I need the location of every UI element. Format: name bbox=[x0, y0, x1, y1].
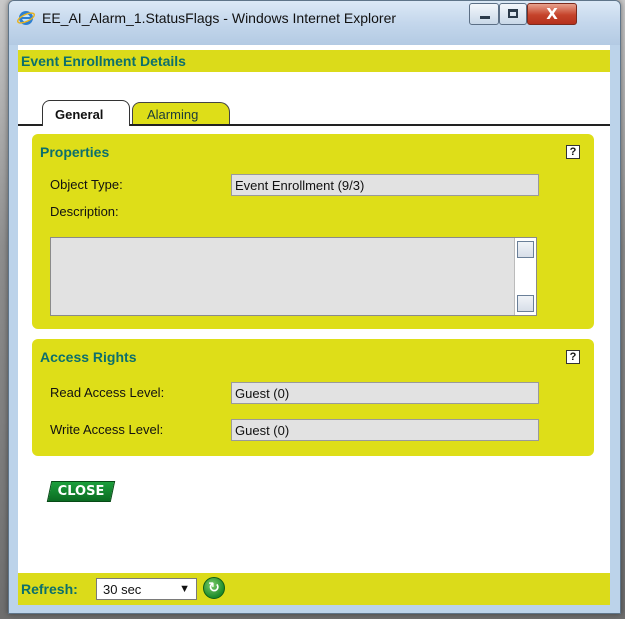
refresh-icon[interactable]: ↻ bbox=[203, 577, 225, 599]
write-access-label: Write Access Level: bbox=[50, 422, 164, 437]
properties-title: Properties bbox=[40, 144, 110, 160]
close-icon: X bbox=[546, 5, 558, 23]
read-access-field: Guest (0) bbox=[231, 382, 539, 404]
ie-icon bbox=[17, 11, 35, 25]
close-button-label: CLOSE bbox=[57, 484, 105, 499]
tab-alarming-label: Alarming bbox=[147, 107, 199, 122]
write-access-field: Guest (0) bbox=[231, 419, 539, 441]
refresh-interval-value: 30 sec bbox=[103, 582, 142, 597]
scroll-down-button[interactable] bbox=[517, 295, 534, 312]
refresh-interval-select[interactable]: 30 sec ▼ bbox=[96, 578, 197, 600]
refresh-label: Refresh: bbox=[21, 581, 78, 597]
properties-help-icon[interactable]: ? bbox=[566, 145, 580, 159]
description-scrollbar[interactable] bbox=[514, 238, 536, 315]
access-rights-panel: Access Rights ? Read Access Level: Guest… bbox=[32, 339, 594, 456]
read-access-label: Read Access Level: bbox=[50, 385, 165, 400]
page-header: Event Enrollment Details bbox=[18, 50, 610, 72]
title-bar[interactable]: EE_AI_Alarm_1.StatusFlags - Windows Inte… bbox=[9, 1, 620, 45]
properties-panel: Properties ? Object Type: Event Enrollme… bbox=[32, 134, 594, 329]
page-content: Event Enrollment Details Alarming Genera… bbox=[18, 45, 610, 605]
minimize-icon bbox=[480, 16, 490, 19]
minimize-button[interactable] bbox=[469, 3, 499, 25]
window-close-button[interactable]: X bbox=[527, 3, 577, 25]
window-title: EE_AI_Alarm_1.StatusFlags - Windows Inte… bbox=[42, 10, 397, 26]
maximize-button[interactable] bbox=[499, 3, 527, 25]
description-textarea[interactable] bbox=[50, 237, 537, 316]
tab-general[interactable]: General bbox=[42, 100, 130, 126]
access-rights-title: Access Rights bbox=[40, 349, 137, 365]
scroll-up-button[interactable] bbox=[517, 241, 534, 258]
object-type-label: Object Type: bbox=[50, 177, 123, 192]
description-label: Description: bbox=[50, 204, 119, 219]
access-rights-help-icon[interactable]: ? bbox=[566, 350, 580, 364]
refresh-bar: Refresh: 30 sec ▼ ↻ bbox=[18, 573, 610, 605]
tab-general-label: General bbox=[55, 107, 104, 122]
maximize-icon bbox=[508, 9, 518, 18]
page-title: Event Enrollment Details bbox=[21, 53, 186, 69]
object-type-field: Event Enrollment (9/3) bbox=[231, 174, 539, 196]
chevron-down-icon: ▼ bbox=[179, 583, 190, 595]
close-button[interactable]: CLOSE bbox=[46, 481, 116, 502]
browser-window: EE_AI_Alarm_1.StatusFlags - Windows Inte… bbox=[8, 0, 621, 614]
tab-alarming[interactable]: Alarming bbox=[132, 102, 230, 124]
